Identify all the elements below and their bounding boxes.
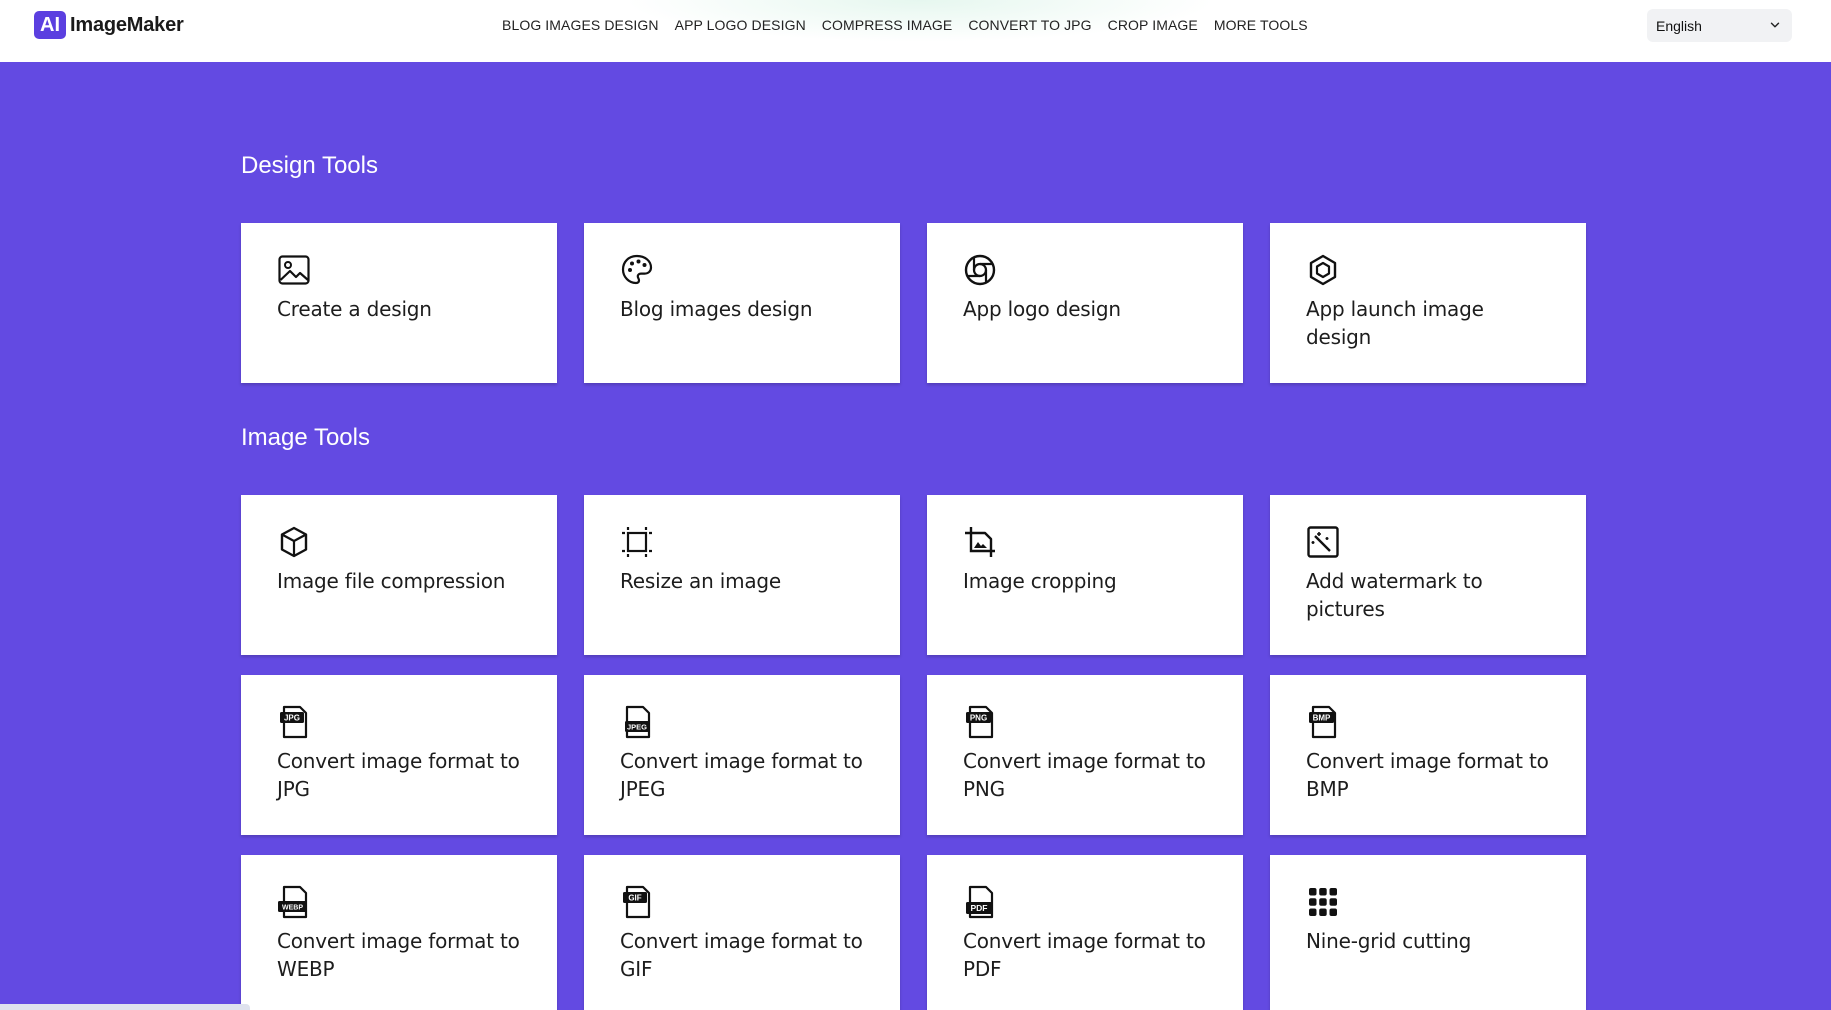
tool-card-label: App launch image design <box>1306 295 1550 351</box>
nav-more-tools[interactable]: MORE TOOLS <box>1214 17 1308 33</box>
horizontal-scrollbar[interactable] <box>0 1004 250 1010</box>
image-icon <box>277 253 311 287</box>
svg-text:WEBP: WEBP <box>282 904 303 911</box>
tool-card-convert-jpeg[interactable]: JPEG Convert image format to JPEG <box>584 675 900 835</box>
nav-compress-image[interactable]: COMPRESS IMAGE <box>822 17 953 33</box>
nav-blog-images-design[interactable]: BLOG IMAGES DESIGN <box>502 17 659 33</box>
logo-text: ImageMaker <box>70 14 184 37</box>
tool-card-app-logo-design[interactable]: App logo design <box>927 223 1243 383</box>
png-file-icon: PNG <box>963 705 997 739</box>
tool-card-label: Image file compression <box>277 567 521 595</box>
webp-file-icon: WEBP <box>277 885 311 919</box>
aperture-icon <box>963 253 997 287</box>
svg-text:PDF: PDF <box>971 903 988 913</box>
tool-card-image-file-compression[interactable]: Image file compression <box>241 495 557 655</box>
nav-app-logo-design[interactable]: APP LOGO DESIGN <box>675 17 806 33</box>
chevron-down-icon <box>1770 20 1780 30</box>
tool-card-blog-images-design[interactable]: Blog images design <box>584 223 900 383</box>
nav-convert-to-jpg[interactable]: CONVERT TO JPG <box>968 17 1091 33</box>
hexagon-icon <box>1306 253 1340 287</box>
tool-card-label: Add watermark to pictures <box>1306 567 1550 623</box>
svg-text:PNG: PNG <box>970 714 987 723</box>
tool-card-label: Nine-grid cutting <box>1306 927 1550 955</box>
tool-card-nine-grid-cutting[interactable]: Nine-grid cutting <box>1270 855 1586 1010</box>
tool-card-image-cropping[interactable]: Image cropping <box>927 495 1243 655</box>
tool-card-convert-webp[interactable]: WEBP Convert image format to WEBP <box>241 855 557 1010</box>
jpg-file-icon: JPG <box>277 705 311 739</box>
bmp-file-icon: BMP <box>1306 705 1340 739</box>
nav-crop-image[interactable]: CROP IMAGE <box>1108 17 1198 33</box>
language-value: English <box>1656 18 1702 34</box>
svg-text:BMP: BMP <box>1313 714 1331 723</box>
tool-card-label: Blog images design <box>620 295 864 323</box>
tool-card-add-watermark[interactable]: Add watermark to pictures <box>1270 495 1586 655</box>
tool-card-label: Convert image format to JPG <box>277 747 521 803</box>
tool-card-label: Convert image format to GIF <box>620 927 864 983</box>
jpeg-file-icon: JPEG <box>620 705 654 739</box>
svg-text:GIF: GIF <box>628 894 641 903</box>
section-title-image-tools: Image Tools <box>241 424 370 452</box>
language-select[interactable]: English <box>1647 9 1792 42</box>
tool-card-convert-jpg[interactable]: JPG Convert image format to JPG <box>241 675 557 835</box>
tool-card-label: App logo design <box>963 295 1207 323</box>
nine-grid-icon <box>1306 885 1340 919</box>
svg-text:JPG: JPG <box>284 714 300 723</box>
tool-card-resize-image[interactable]: Resize an image <box>584 495 900 655</box>
crop-icon <box>963 525 997 559</box>
svg-text:JPEG: JPEG <box>627 722 647 731</box>
tool-card-label: Convert image format to JPEG <box>620 747 864 803</box>
tool-card-convert-gif[interactable]: GIF Convert image format to GIF <box>584 855 900 1010</box>
resize-icon <box>620 525 654 559</box>
tool-card-label: Image cropping <box>963 567 1207 595</box>
top-header: AI ImageMaker BLOG IMAGES DESIGN APP LOG… <box>0 0 1831 62</box>
tool-card-label: Convert image format to BMP <box>1306 747 1550 803</box>
tool-card-app-launch-image-design[interactable]: App launch image design <box>1270 223 1586 383</box>
brand-logo[interactable]: AI ImageMaker <box>34 11 184 39</box>
section-title-design-tools: Design Tools <box>241 152 378 180</box>
main-nav: BLOG IMAGES DESIGN APP LOGO DESIGN COMPR… <box>502 0 1324 50</box>
logo-badge: AI <box>34 11 66 39</box>
pdf-file-icon: PDF <box>963 885 997 919</box>
tool-card-convert-png[interactable]: PNG Convert image format to PNG <box>927 675 1243 835</box>
palette-icon <box>620 253 654 287</box>
tool-card-label: Convert image format to WEBP <box>277 927 521 983</box>
tool-card-convert-bmp[interactable]: BMP Convert image format to BMP <box>1270 675 1586 835</box>
tool-card-create-design[interactable]: Create a design <box>241 223 557 383</box>
cube-icon <box>277 525 311 559</box>
tool-card-convert-pdf[interactable]: PDF Convert image format to PDF <box>927 855 1243 1010</box>
watermark-icon <box>1306 525 1340 559</box>
tool-card-label: Convert image format to PNG <box>963 747 1207 803</box>
tool-card-label: Convert image format to PDF <box>963 927 1207 983</box>
gif-file-icon: GIF <box>620 885 654 919</box>
tool-card-label: Resize an image <box>620 567 864 595</box>
tool-card-label: Create a design <box>277 295 521 323</box>
